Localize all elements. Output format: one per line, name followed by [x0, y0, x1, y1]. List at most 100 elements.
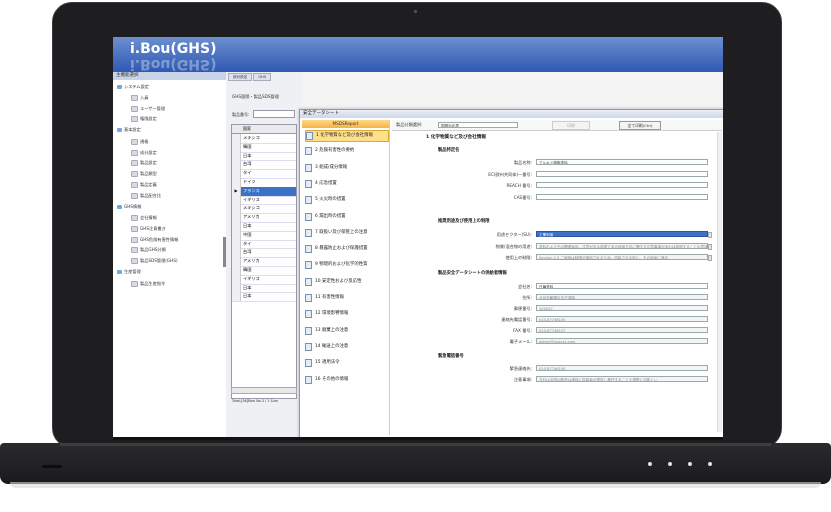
menu-item-section-13[interactable]: 13 廃棄上の注意	[305, 326, 387, 336]
tree-item[interactable]: 製品SDS管理(GHS)	[131, 258, 178, 265]
tree-group[interactable]: システム設定	[117, 84, 149, 90]
row-selector[interactable]	[232, 222, 241, 231]
supplier-field-input[interactable]: 日華塗料	[536, 283, 708, 289]
tab-ghs[interactable]: GHS	[253, 73, 272, 81]
menu-item-section-11[interactable]: 11 有害性情報	[305, 293, 387, 303]
row-selector[interactable]	[232, 195, 241, 205]
document-icon	[131, 181, 138, 188]
use-field-label: 物質/混合物の用途:	[495, 243, 532, 249]
print-all-button[interactable]: 全て印刷(Ctrl)	[619, 121, 661, 130]
tree-item-label: 製品定義	[140, 181, 157, 187]
field-scroll-icon[interactable]	[708, 255, 712, 261]
menu-item-label: 6 漏出時の措置	[315, 213, 346, 219]
menu-item-section-6[interactable]: 6 漏出時の措置	[305, 212, 387, 222]
row-selector[interactable]	[232, 274, 241, 284]
row-selector[interactable]	[232, 178, 241, 187]
use-field-input[interactable]: 塗料およびその関連製品。注意がある前提である使用方法に関する注意事項があれば参照…	[536, 242, 712, 250]
menu-item-section-3[interactable]: 3 組成/成分情報	[305, 163, 387, 173]
product-field-input[interactable]: アルキド樹脂塗料	[536, 159, 708, 165]
row-selector[interactable]: ▶	[232, 186, 241, 196]
product-field-input[interactable]	[536, 170, 708, 177]
row-selector[interactable]	[232, 266, 241, 275]
dialog-title: 安全データシート	[300, 110, 723, 118]
tree-item[interactable]: ユーザー管理	[131, 105, 165, 112]
product-field-label: CAS番号:	[513, 194, 532, 200]
panel-splitter[interactable]	[223, 237, 226, 267]
row-selector[interactable]	[232, 292, 241, 302]
country-cell: アメリカ	[243, 258, 260, 264]
supplier-field-input[interactable]: 010-87746100	[536, 316, 708, 322]
app-title: i.Bou(GHS)	[130, 41, 217, 57]
supplier-field-input[interactable]: 北京市朝陽区百子湾路	[536, 294, 708, 300]
tree-item-label: GHS危険有害性情報	[140, 236, 179, 242]
supplier-field-input[interactable]: admin@xxxxxx.com	[536, 338, 708, 344]
country-cell: アメリカ	[243, 214, 260, 220]
emergency-field-input[interactable]: 当社は中国の販売は現地に供給者が提供し責任することも視野に可能とい	[536, 376, 708, 382]
row-selector[interactable]	[232, 213, 241, 222]
grid-horizontal-scrollbar[interactable]	[231, 387, 297, 394]
laptop-base-shadow	[10, 482, 821, 488]
row-selector[interactable]	[232, 142, 241, 152]
row-selector[interactable]	[232, 134, 241, 143]
product-field-input[interactable]	[536, 193, 708, 200]
tree-item[interactable]: 会社情報	[131, 215, 157, 221]
row-selector[interactable]	[232, 169, 241, 178]
tree-item[interactable]: 製品設定	[131, 160, 157, 167]
supplier-field-label: 郵便番号:	[513, 306, 532, 311]
tree-item[interactable]: 規格	[131, 138, 148, 145]
tab-settings[interactable]: 続計設定	[228, 73, 253, 81]
menu-item-section-1[interactable]: 1 化学物質など及び会社情報	[305, 130, 389, 142]
menu-item-section-5[interactable]: 5 火災時の措置	[305, 195, 387, 205]
field-scroll-icon[interactable]	[708, 243, 712, 250]
field-scroll-icon[interactable]	[708, 232, 712, 238]
menu-item-section-9[interactable]: 9 物理的および化学的性質	[305, 260, 387, 270]
supplier-field-input[interactable]: 010-87746107	[536, 327, 708, 333]
folder-icon	[117, 85, 122, 89]
row-selector[interactable]	[232, 257, 241, 266]
product-field-input[interactable]	[536, 182, 708, 188]
tree-item[interactable]: GHS危険有害性情報	[131, 236, 179, 243]
lang-select[interactable]: 国際対応表	[438, 122, 518, 128]
tree-group[interactable]: 生産管理	[117, 269, 141, 275]
tree-group[interactable]: GHS情報	[117, 204, 141, 210]
section-title: 1 化学物質など及び会社情報	[426, 135, 486, 140]
tree-item[interactable]: 製品配合比	[131, 192, 161, 199]
menu-item-section-16[interactable]: 16 その他の情報	[305, 375, 387, 385]
supplier-field-label: FAX 番号:	[513, 328, 532, 333]
print-button[interactable]: 印刷	[552, 121, 590, 130]
menu-item-section-10[interactable]: 10 安定性および反応性	[305, 277, 387, 287]
supplier-field-input[interactable]: 100022	[536, 305, 708, 311]
row-selector[interactable]	[232, 230, 241, 240]
row-selector[interactable]	[232, 204, 241, 214]
row-selector[interactable]	[232, 160, 241, 170]
menu-item-section-12[interactable]: 12 環境影響情報	[305, 309, 387, 319]
tree-item[interactable]: 入員	[131, 94, 149, 101]
tree-item[interactable]: 製品類型	[131, 171, 157, 178]
form-vertical-scrollbar[interactable]	[717, 132, 722, 432]
tree-item[interactable]: 製品定義	[131, 181, 157, 188]
use-field-input[interactable]: Section 2.3 ご使用は制限が適用されるため、供給される前に、その用途に…	[536, 254, 712, 261]
row-selector[interactable]	[232, 248, 241, 258]
product-number-input[interactable]	[253, 110, 295, 118]
tree-group[interactable]: 基本設定	[117, 127, 141, 133]
tree-item[interactable]: 製品GHS分類	[131, 247, 166, 254]
menu-item-label: 14 輸送上の注意	[315, 343, 349, 349]
tree-item-label: 入員	[140, 94, 149, 100]
row-selector[interactable]	[232, 239, 241, 249]
emergency-field-input[interactable]: 010-87746100	[536, 365, 708, 371]
row-selector[interactable]	[232, 151, 241, 161]
menu-item-section-4[interactable]: 4 応急措置	[305, 179, 387, 189]
tree-item[interactable]: GHS注意書き	[131, 225, 166, 232]
use-field-input[interactable]: 工業利用	[536, 231, 712, 238]
menu-item-section-8[interactable]: 8 暴露防止および保護措置	[305, 244, 387, 254]
tree-item[interactable]: 成分設定	[131, 149, 157, 156]
menu-item-section-15[interactable]: 15 適用法令	[305, 358, 387, 368]
menu-item-section-14[interactable]: 14 輸送上の注意	[305, 342, 387, 352]
row-selector[interactable]	[232, 283, 241, 293]
tree-item[interactable]: 権限設定	[131, 116, 157, 123]
table-row[interactable]: 日本	[232, 292, 296, 303]
menu-item-section-7[interactable]: 7 取扱い及び保管上の注意	[305, 228, 387, 238]
tree-item[interactable]: 製品生産指令	[131, 280, 165, 287]
product-field-label: REACH 番号:	[506, 183, 532, 188]
menu-item-section-2[interactable]: 2 危険有害性の要約	[305, 146, 387, 156]
